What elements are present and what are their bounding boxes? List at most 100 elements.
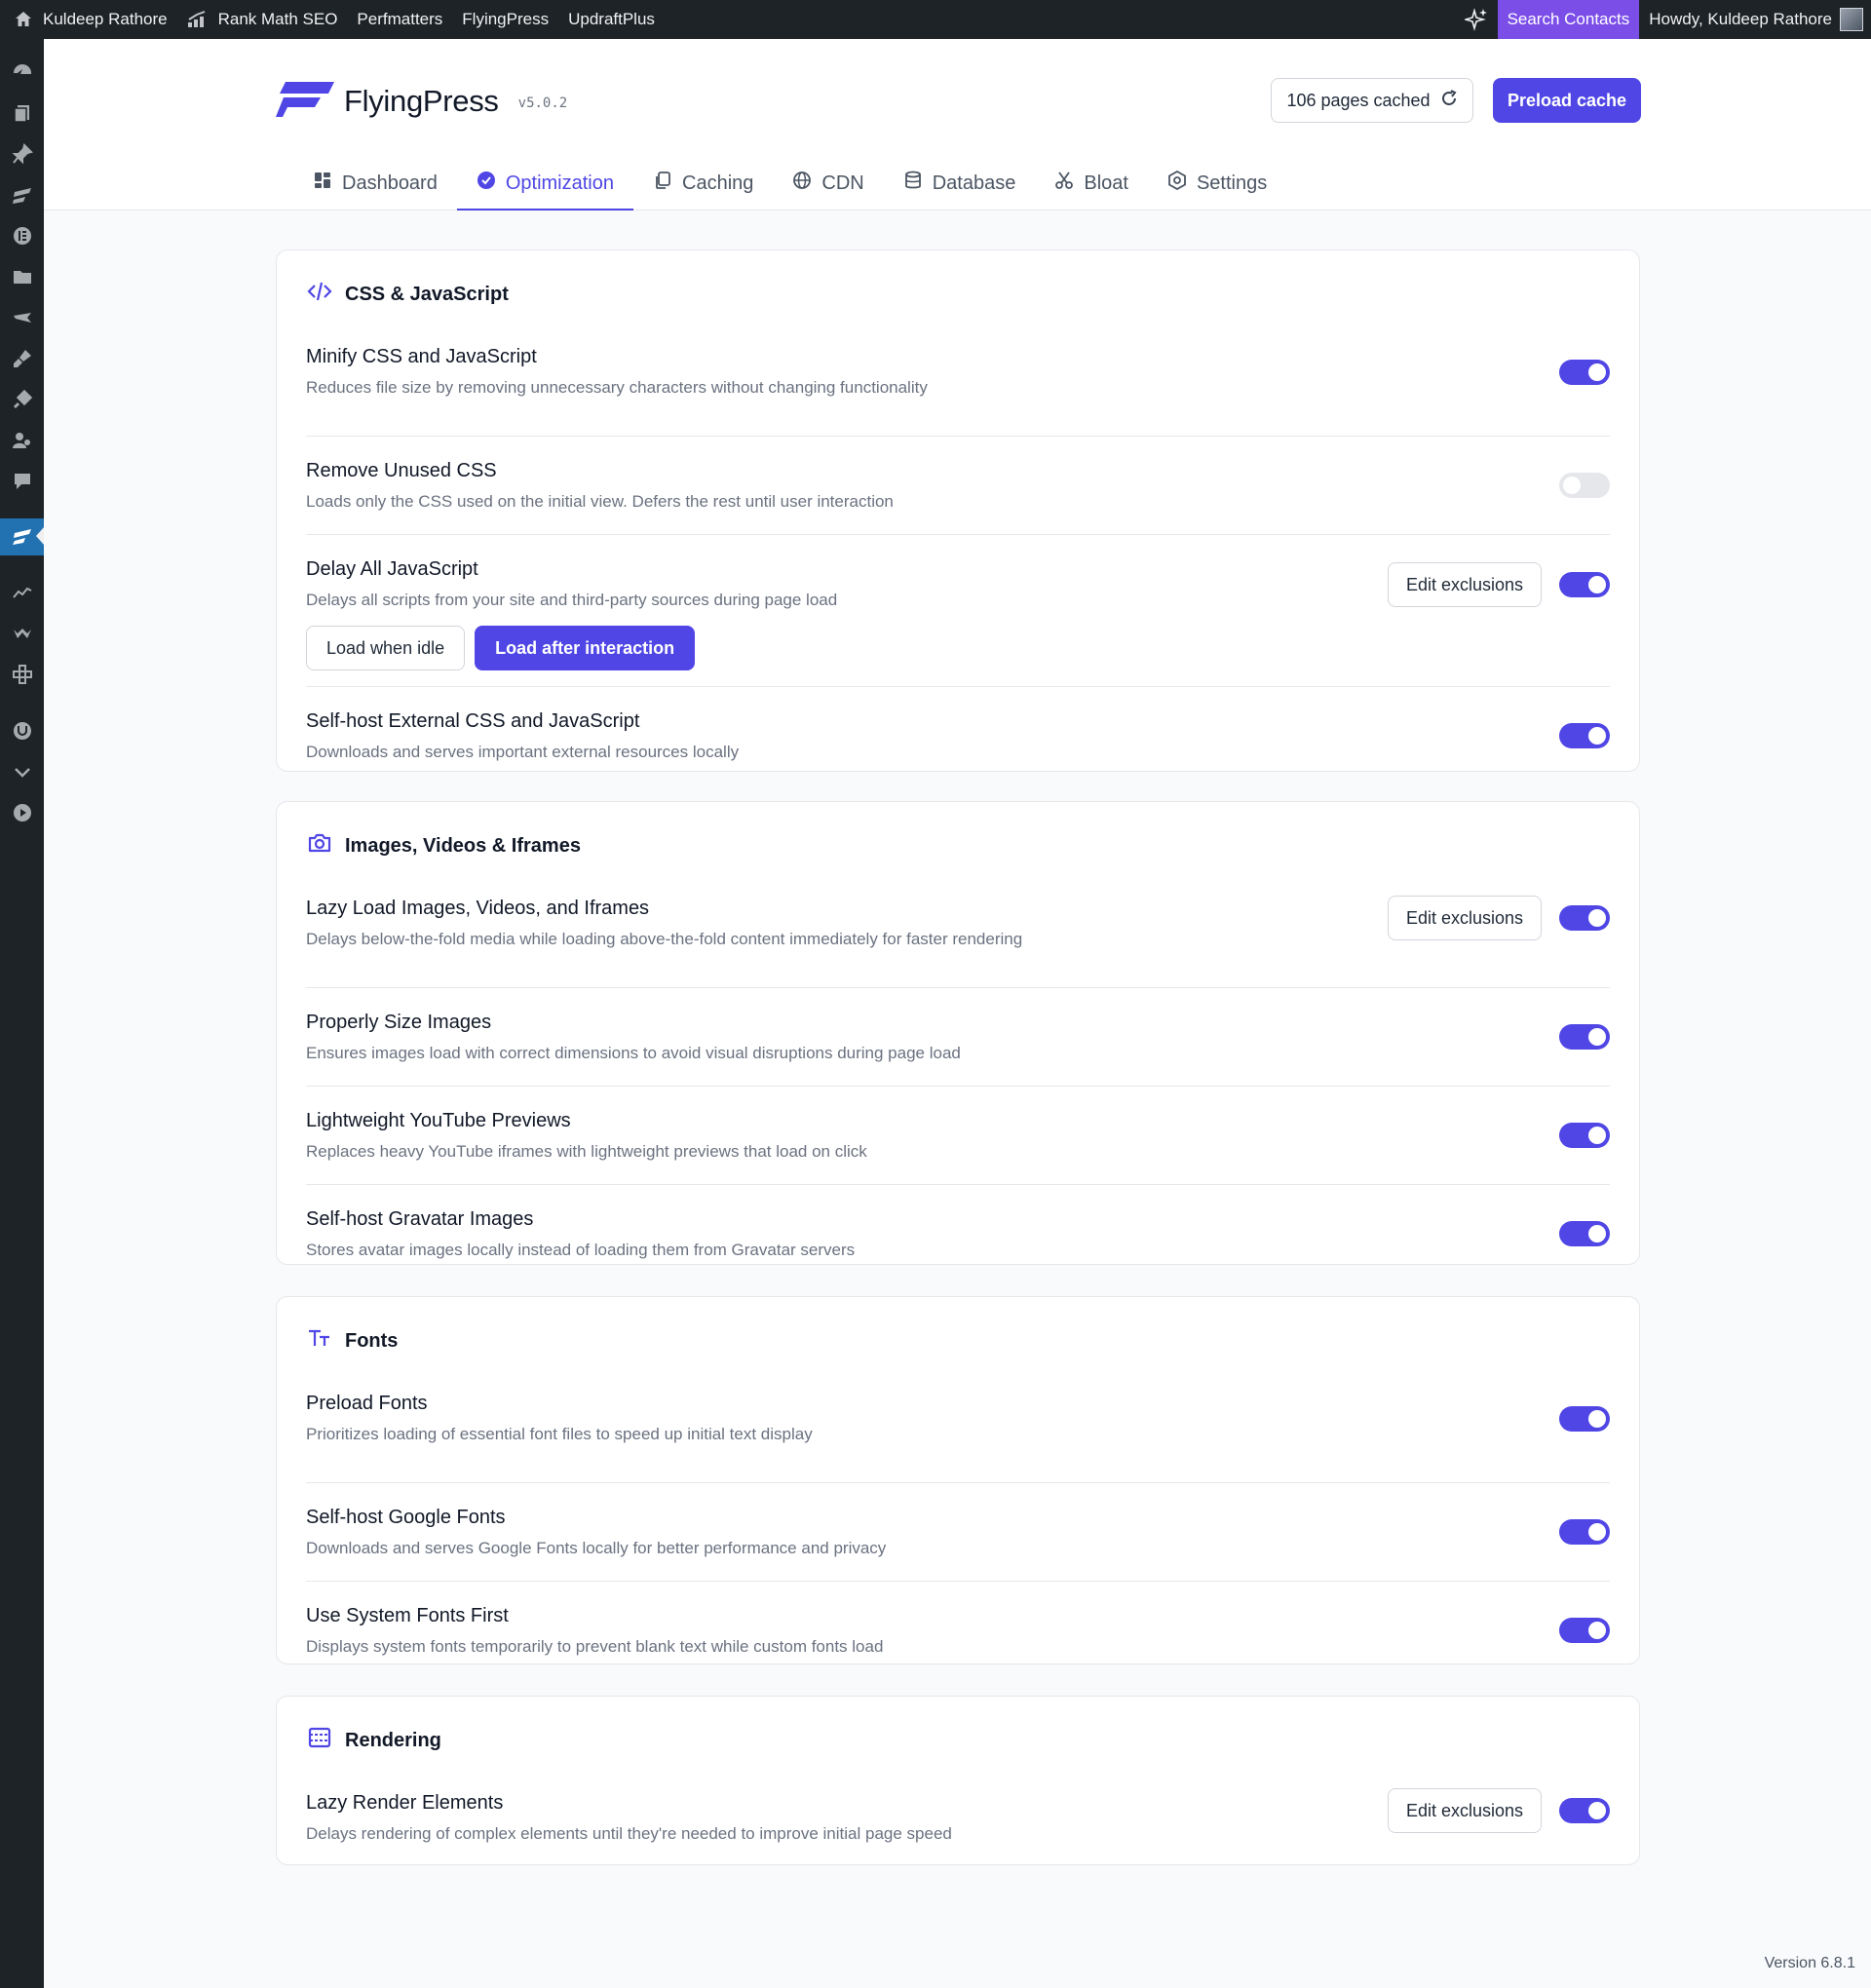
dashboard-icon[interactable] — [0, 55, 44, 90]
tab-label: Caching — [682, 172, 754, 194]
minify-toggle[interactable] — [1559, 360, 1610, 385]
wp-admin-bar: Kuldeep Rathore Rank Math SEO Perfmatter… — [0, 0, 1871, 39]
flyingpress-menu[interactable]: FlyingPress — [452, 0, 558, 39]
card-title: Rendering — [345, 1729, 441, 1751]
users-icon[interactable] — [0, 423, 44, 458]
delay-mode-options: Load when idle Load after interaction — [306, 626, 1610, 670]
pages-icon[interactable] — [0, 96, 44, 131]
dashboard-grid-icon — [313, 171, 332, 196]
flyingpress-label: FlyingPress — [462, 10, 550, 28]
refresh-icon — [1440, 89, 1458, 112]
setting-row: Delay All JavaScript Delays all scripts … — [306, 534, 1610, 686]
gravatar-toggle[interactable] — [1559, 1221, 1610, 1246]
elementor-icon[interactable] — [0, 218, 44, 253]
tab-bloat[interactable]: Bloat — [1035, 156, 1148, 210]
settings-icon — [1167, 170, 1187, 196]
rank-math-menu[interactable]: Rank Math SEO — [177, 0, 348, 39]
load-after-interaction-button[interactable]: Load after interaction — [475, 626, 696, 670]
database-icon — [903, 171, 923, 196]
pin-icon[interactable] — [0, 136, 44, 172]
text-size-icon — [306, 1324, 333, 1357]
updraftplus-label: UpdraftPlus — [568, 10, 655, 28]
brush-icon[interactable] — [0, 341, 44, 376]
collapse-icon[interactable] — [0, 754, 44, 789]
edit-exclusions-button[interactable]: Edit exclusions — [1388, 896, 1542, 940]
flyingpress-active-icon[interactable] — [0, 518, 44, 555]
setting-row: Preload Fonts Prioritizes loading of ess… — [306, 1385, 1610, 1482]
pages-cached-label: 106 pages cached — [1286, 90, 1431, 110]
plugins-icon[interactable] — [0, 382, 44, 417]
home-icon — [14, 10, 33, 29]
self-host-google-fonts-toggle[interactable] — [1559, 1519, 1610, 1545]
flyingpress-logo: FlyingPress v5.0.2 — [276, 78, 567, 124]
play-icon[interactable] — [0, 795, 44, 830]
setting-description: Stores avatar images locally instead of … — [306, 1241, 856, 1259]
card-title: CSS & JavaScript — [345, 283, 509, 305]
setting-title: Self-host Google Fonts — [306, 1507, 506, 1528]
my-account-menu[interactable]: Howdy, Kuldeep Rathore — [1639, 0, 1871, 39]
flyingpress-icon[interactable] — [0, 177, 44, 212]
check-circle-icon — [477, 171, 496, 196]
search-contacts-label: Search Contacts — [1507, 10, 1630, 28]
preload-cache-button[interactable]: Preload cache — [1493, 78, 1641, 123]
remove-unused-css-toggle[interactable] — [1559, 473, 1610, 498]
woo-icon[interactable] — [0, 616, 44, 651]
setting-description: Downloads and serves Google Fonts locall… — [306, 1539, 887, 1557]
edit-exclusions-button[interactable]: Edit exclusions — [1388, 1788, 1542, 1833]
setting-row: Lazy Load Images, Videos, and Iframes De… — [306, 890, 1610, 987]
setting-description: Downloads and serves important external … — [306, 743, 740, 761]
search-contacts-button[interactable]: Search Contacts — [1497, 0, 1640, 39]
shield-icon[interactable] — [0, 713, 44, 748]
rank-math-icon — [187, 11, 209, 28]
site-name: Kuldeep Rathore — [43, 10, 168, 28]
scissors-icon — [1054, 171, 1074, 196]
setting-title: Lightweight YouTube Previews — [306, 1110, 571, 1131]
settings-content: CSS & JavaScript Minify CSS and JavaScri… — [44, 210, 1871, 1988]
tab-label: Database — [932, 172, 1016, 194]
self-host-external-toggle[interactable] — [1559, 723, 1610, 748]
folder-icon[interactable] — [0, 259, 44, 294]
preload-fonts-toggle[interactable] — [1559, 1406, 1610, 1432]
globe-icon — [792, 171, 812, 196]
comments-icon[interactable] — [0, 464, 44, 499]
setting-description: Reduces file size by removing unnecessar… — [306, 378, 928, 397]
load-when-idle-button[interactable]: Load when idle — [306, 626, 466, 670]
setting-title: Self-host External CSS and JavaScript — [306, 710, 640, 732]
system-fonts-first-toggle[interactable] — [1559, 1618, 1610, 1643]
tab-label: Optimization — [505, 172, 614, 194]
tab-label: Settings — [1196, 172, 1268, 194]
setting-row: Remove Unused CSS Loads only the CSS use… — [306, 436, 1610, 534]
analytics-icon[interactable] — [0, 575, 44, 610]
tab-settings[interactable]: Settings — [1148, 156, 1286, 210]
lazy-render-toggle[interactable] — [1559, 1798, 1610, 1823]
setting-row: Minify CSS and JavaScript Reduces file s… — [306, 338, 1610, 436]
rank-math-label: Rank Math SEO — [217, 10, 338, 28]
setting-row: Lightweight YouTube Previews Replaces he… — [306, 1086, 1610, 1184]
pages-cached-button[interactable]: 106 pages cached — [1271, 78, 1473, 123]
properly-size-images-toggle[interactable] — [1559, 1024, 1610, 1050]
perfmatters-label: Perfmatters — [357, 10, 443, 28]
edit-exclusions-button[interactable]: Edit exclusions — [1388, 562, 1542, 607]
setting-row: Use System Fonts First Displays system f… — [306, 1581, 1610, 1663]
brand-name: FlyingPress — [344, 83, 499, 118]
delay-js-toggle[interactable] — [1559, 572, 1610, 597]
setting-row: Self-host Gravatar Images Stores avatar … — [306, 1184, 1610, 1270]
slides-icon[interactable] — [0, 300, 44, 335]
tab-cdn[interactable]: CDN — [773, 156, 883, 210]
lazy-load-toggle[interactable] — [1559, 905, 1610, 931]
tab-dashboard[interactable]: Dashboard — [293, 156, 457, 210]
greeting: Howdy, Kuldeep Rathore — [1649, 10, 1832, 28]
fonts-card: Fonts Preload Fonts Prioritizes loading … — [276, 1296, 1640, 1664]
extensions-icon[interactable] — [0, 657, 44, 692]
tab-database[interactable]: Database — [884, 156, 1036, 210]
card-header: Images, Videos & Iframes — [306, 802, 1610, 890]
tab-optimization[interactable]: Optimization — [456, 156, 634, 211]
tab-caching[interactable]: Caching — [633, 156, 773, 210]
perfmatters-menu[interactable]: Perfmatters — [347, 0, 452, 39]
updraftplus-menu[interactable]: UpdraftPlus — [558, 0, 665, 39]
youtube-previews-toggle[interactable] — [1559, 1123, 1610, 1148]
site-name-link[interactable]: Kuldeep Rathore — [4, 0, 177, 39]
setting-title: Use System Fonts First — [306, 1605, 509, 1626]
ai-sparkle-button[interactable] — [1455, 0, 1498, 39]
wp-version: Version 6.8.1 — [1764, 1955, 1855, 1971]
